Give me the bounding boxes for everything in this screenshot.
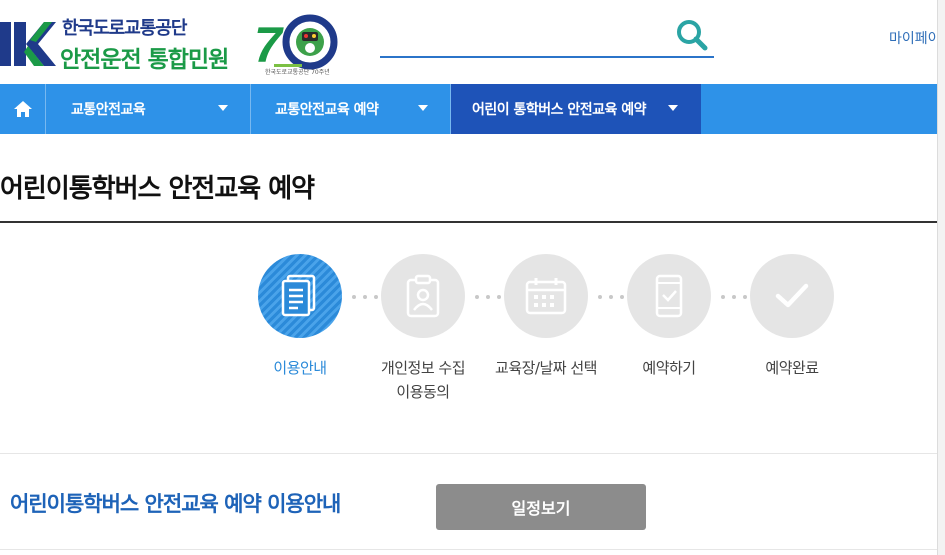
search-input[interactable] — [380, 22, 670, 52]
nav-item-education-reservation[interactable]: 교통안전교육 예약 — [251, 84, 451, 134]
view-schedule-button[interactable]: 일정보기 — [436, 484, 646, 530]
anniversary-caption: 한국도로교통공단 70주년 — [265, 69, 330, 76]
mypage-link[interactable]: 마이페이 — [889, 28, 941, 48]
step-label-line: 개인정보 수집 — [380, 359, 466, 377]
step-4-reserve — [627, 254, 711, 338]
step-label-line: 이용동의 — [396, 383, 450, 401]
home-button[interactable] — [0, 84, 46, 134]
step-1-guide — [258, 254, 342, 338]
nav-item-label: 교통안전교육 예약 — [275, 102, 379, 118]
id-card-icon — [406, 274, 440, 318]
koroad-logo-icon — [0, 22, 56, 66]
bottom-divider — [0, 549, 937, 550]
step-label-consent: 개인정보 수집 이용동의 — [358, 356, 488, 404]
chevron-down-icon — [218, 105, 228, 111]
step-connector — [350, 295, 380, 299]
step-connector — [596, 295, 626, 299]
step-label-complete: 예약완료 — [765, 359, 819, 377]
nav-item-label: 어린이 통학버스 안전교육 예약 — [472, 102, 647, 118]
site-logo[interactable]: 한국도로교통공단 안전운전 통합민원 — [0, 12, 240, 74]
section-title: 어린이통학버스 안전교육 예약 이용안내 — [10, 492, 341, 516]
chevron-down-icon — [418, 105, 428, 111]
step-2-consent — [381, 254, 465, 338]
page-title: 어린이통학버스 안전교육 예약 — [0, 174, 315, 204]
header: 한국도로교통공단 안전운전 통합민원 7 한국도로교통공단 70주년 마이페이 — [0, 0, 945, 84]
step-5-complete — [750, 254, 834, 338]
document-icon — [281, 274, 316, 317]
search-bar — [380, 18, 714, 58]
nav-item-traffic-safety-education[interactable]: 교통안전교육 — [47, 84, 251, 134]
step-label-guide: 이용안내 — [273, 359, 327, 377]
step-3-select-date — [504, 254, 588, 338]
main-nav: 교통안전교육 교통안전교육 예약 어린이 통학버스 안전교육 예약 — [0, 84, 937, 134]
checkmark-icon — [775, 283, 809, 308]
section-divider — [0, 453, 937, 454]
site-name: 안전운전 통합민원 — [60, 47, 229, 73]
step-label-reserve: 예약하기 — [642, 359, 696, 377]
title-divider — [0, 221, 937, 223]
chevron-down-icon — [668, 105, 678, 111]
home-icon — [13, 101, 32, 117]
mobile-check-icon — [655, 274, 683, 318]
nav-item-label: 교통안전교육 — [71, 102, 146, 118]
calendar-icon — [525, 278, 567, 315]
step-connector — [473, 295, 503, 299]
search-icon[interactable] — [674, 18, 710, 54]
scrollbar[interactable] — [937, 0, 945, 555]
nav-item-school-bus-reservation[interactable]: 어린이 통학버스 안전교육 예약 — [451, 84, 701, 134]
step-label-select-date: 교육장/날짜 선택 — [495, 359, 597, 377]
step-connector — [719, 295, 749, 299]
org-name: 한국도로교통공단 — [62, 18, 187, 39]
